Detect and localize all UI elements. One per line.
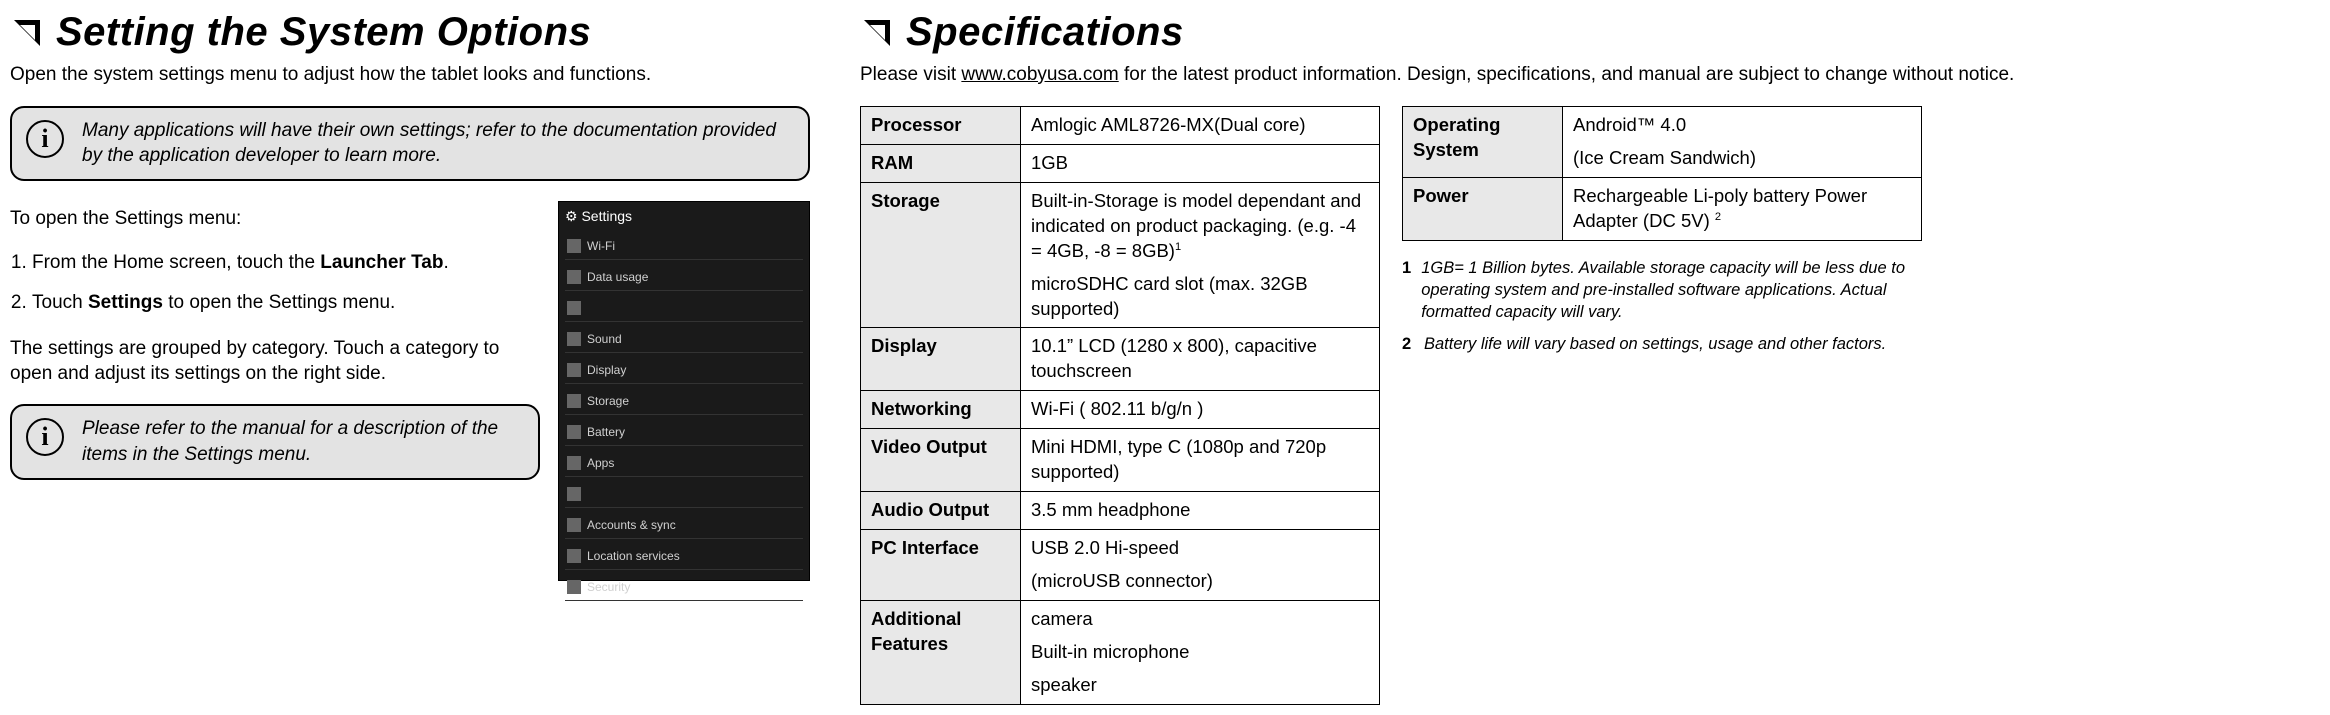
spec-value: camera Built-in microphone speaker bbox=[1021, 601, 1380, 705]
list-item: Sound bbox=[565, 326, 803, 353]
heading-specifications: Speciﬁcations bbox=[860, 10, 2300, 55]
launcher-tab-label: Launcher Tab bbox=[320, 252, 443, 273]
spec-label: Storage bbox=[861, 182, 1021, 328]
settings-screenshot: ⚙ Settings Wi-Fi Data usage Sound Displa… bbox=[558, 201, 810, 581]
spec-label: Processor bbox=[861, 106, 1021, 144]
list-item: Battery bbox=[565, 419, 803, 446]
spec-label: Display bbox=[861, 328, 1021, 391]
list-item: Wi-Fi bbox=[565, 233, 803, 260]
spec-label: Networking bbox=[861, 391, 1021, 429]
arrow-icon bbox=[860, 16, 894, 50]
heading-text: Setting the System Options bbox=[56, 10, 591, 55]
list-item: Security bbox=[565, 574, 803, 601]
spec-value: USB 2.0 Hi-speed (microUSB connector) bbox=[1021, 530, 1380, 601]
spec-label: Video Output bbox=[861, 429, 1021, 492]
spec-value: Android™ 4.0 (Ice Cream Sandwich) bbox=[1563, 106, 1922, 177]
footnote-num: 1 bbox=[1402, 257, 1411, 324]
spec-label: PC Interface bbox=[861, 530, 1021, 601]
spec-label: Additional Features bbox=[861, 601, 1021, 705]
spec-value: Amlogic AML8726-MX(Dual core) bbox=[1021, 106, 1380, 144]
left-column: Setting the System Options Open the syst… bbox=[10, 10, 810, 705]
steps-block: To open the Settings menu: From the Home… bbox=[10, 201, 540, 581]
spec-label: RAM bbox=[861, 144, 1021, 182]
list-item: Data usage bbox=[565, 264, 803, 291]
callout-text: Many applications will have their own se… bbox=[82, 118, 794, 169]
spec-value: Built-in-Storage is model dependant and … bbox=[1021, 182, 1380, 328]
spec-value: 1GB bbox=[1021, 144, 1380, 182]
group-text: The settings are grouped by category. To… bbox=[10, 337, 540, 386]
list-item: Display bbox=[565, 357, 803, 384]
spec-label: Audio Output bbox=[861, 492, 1021, 530]
list-item bbox=[565, 481, 803, 508]
callout-app-settings: i Many applications will have their own … bbox=[10, 106, 810, 181]
footnote-text: Battery life will vary based on settings… bbox=[1424, 333, 1886, 355]
list-item bbox=[565, 295, 803, 322]
list-item: Storage bbox=[565, 388, 803, 415]
spec-value: Rechargeable Li-poly battery Power Adapt… bbox=[1563, 177, 1922, 240]
spec-label: Power bbox=[1403, 177, 1563, 240]
coby-link[interactable]: www.cobyusa.com bbox=[961, 64, 1118, 85]
open-settings-heading: To open the Settings menu: bbox=[10, 207, 540, 232]
info-icon: i bbox=[26, 120, 64, 158]
list-item: Location services bbox=[565, 543, 803, 570]
spec-value: 3.5 mm headphone bbox=[1021, 492, 1380, 530]
spec-value: Mini HDMI, type C (1080p and 720p suppor… bbox=[1021, 429, 1380, 492]
intro-text: Open the system settings menu to adjust … bbox=[10, 63, 810, 88]
callout-manual: i Please refer to the manual for a descr… bbox=[10, 404, 540, 479]
settings-label: Settings bbox=[88, 292, 163, 313]
info-icon: i bbox=[26, 418, 64, 456]
settings-title: ⚙ Settings bbox=[565, 208, 803, 225]
spec-label: Operating System bbox=[1403, 106, 1563, 177]
callout-text: Please refer to the manual for a descrip… bbox=[82, 416, 524, 467]
footnote-num: 2 bbox=[1402, 333, 1414, 355]
spec-table-2: Operating System Android™ 4.0 (Ice Cream… bbox=[1402, 106, 1922, 241]
spec-table-1: ProcessorAmlogic AML8726-MX(Dual core) R… bbox=[860, 106, 1380, 705]
list-item: Apps bbox=[565, 450, 803, 477]
footnotes: 11GB= 1 Billion bytes. Available storage… bbox=[1402, 257, 1922, 356]
footnote-text: 1GB= 1 Billion bytes. Available storage … bbox=[1421, 257, 1922, 324]
spec-value: Wi-Fi ( 802.11 b/g/n ) bbox=[1021, 391, 1380, 429]
spec-value: 10.1” LCD (1280 x 800), capacitive touch… bbox=[1021, 328, 1380, 391]
arrow-icon bbox=[10, 16, 44, 50]
steps-list: From the Home screen, touch the Launcher… bbox=[10, 250, 540, 317]
spec-intro: Please visit www.cobyusa.com for the lat… bbox=[860, 63, 2300, 88]
right-column: Speciﬁcations Please visit www.cobyusa.c… bbox=[860, 10, 2300, 705]
step-2: Touch Settings to open the Settings menu… bbox=[32, 290, 540, 317]
step-1: From the Home screen, touch the Launcher… bbox=[32, 250, 540, 277]
heading-system-options: Setting the System Options bbox=[10, 10, 810, 55]
list-item: Accounts & sync bbox=[565, 512, 803, 539]
heading-text: Speciﬁcations bbox=[906, 10, 1184, 55]
